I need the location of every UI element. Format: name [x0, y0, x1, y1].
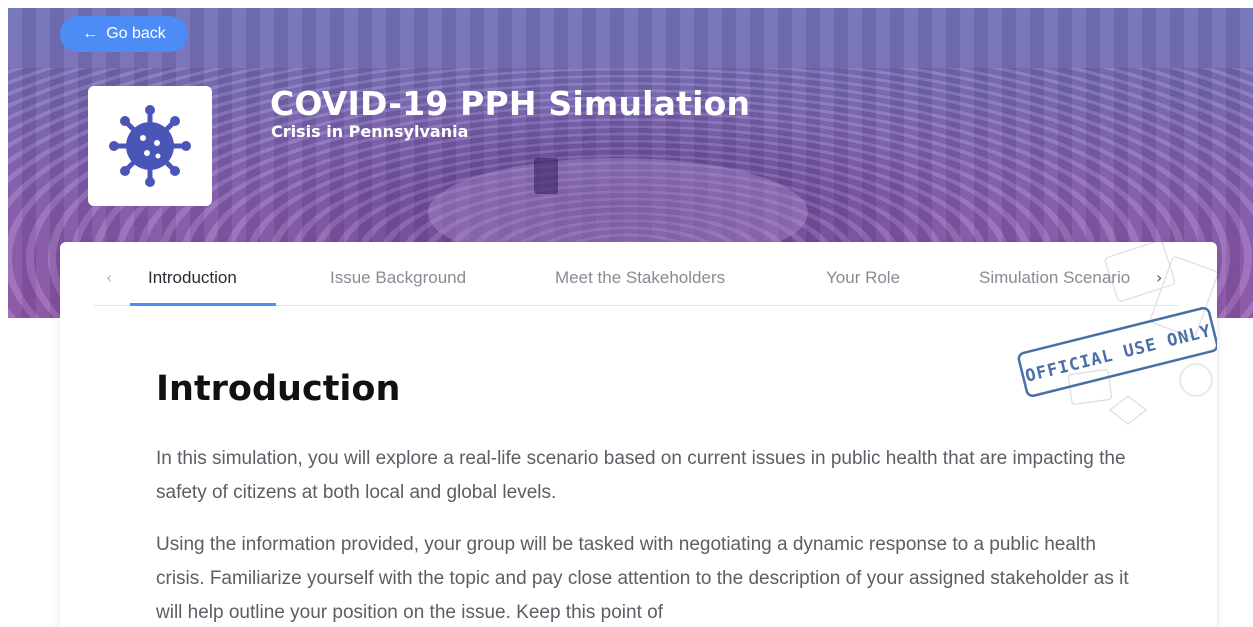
arrow-left-icon: ← — [82, 25, 99, 42]
tab-simulation-scenario[interactable]: Simulation Scenario — [979, 268, 1151, 288]
tab-bar: ‹ Introduction Issue Background Meet the… — [94, 260, 1179, 306]
go-back-label: Go back — [106, 25, 166, 42]
tab-your-role[interactable]: Your Role — [826, 268, 900, 288]
stamp-text: OFFICIAL USE ONLY — [1023, 321, 1213, 387]
tabs-scroll-right-icon[interactable]: › — [1156, 268, 1162, 287]
tab-meet-the-stakeholders[interactable]: Meet the Stakeholders — [555, 268, 725, 288]
chamber-podium — [534, 158, 558, 194]
page-title: COVID-19 PPH Simulation — [270, 84, 751, 123]
intro-paragraph-2: Using the information provided, your gro… — [156, 534, 1129, 623]
active-tab-indicator — [130, 303, 276, 306]
intro-paragraph-1: In this simulation, you will explore a r… — [156, 448, 1126, 503]
tabs-scroll-left-icon[interactable]: ‹ — [106, 268, 112, 287]
virus-icon — [109, 105, 191, 187]
section-heading: Introduction — [156, 369, 401, 409]
simulation-logo — [88, 86, 212, 206]
tab-issue-background[interactable]: Issue Background — [330, 268, 466, 288]
tab-introduction[interactable]: Introduction — [148, 268, 237, 288]
content-card: OFFICIAL USE ONLY ‹ Introduction Issue B… — [60, 242, 1217, 627]
go-back-button[interactable]: ← Go back — [60, 16, 188, 52]
page-subtitle: Crisis in Pennsylvania — [271, 122, 469, 141]
